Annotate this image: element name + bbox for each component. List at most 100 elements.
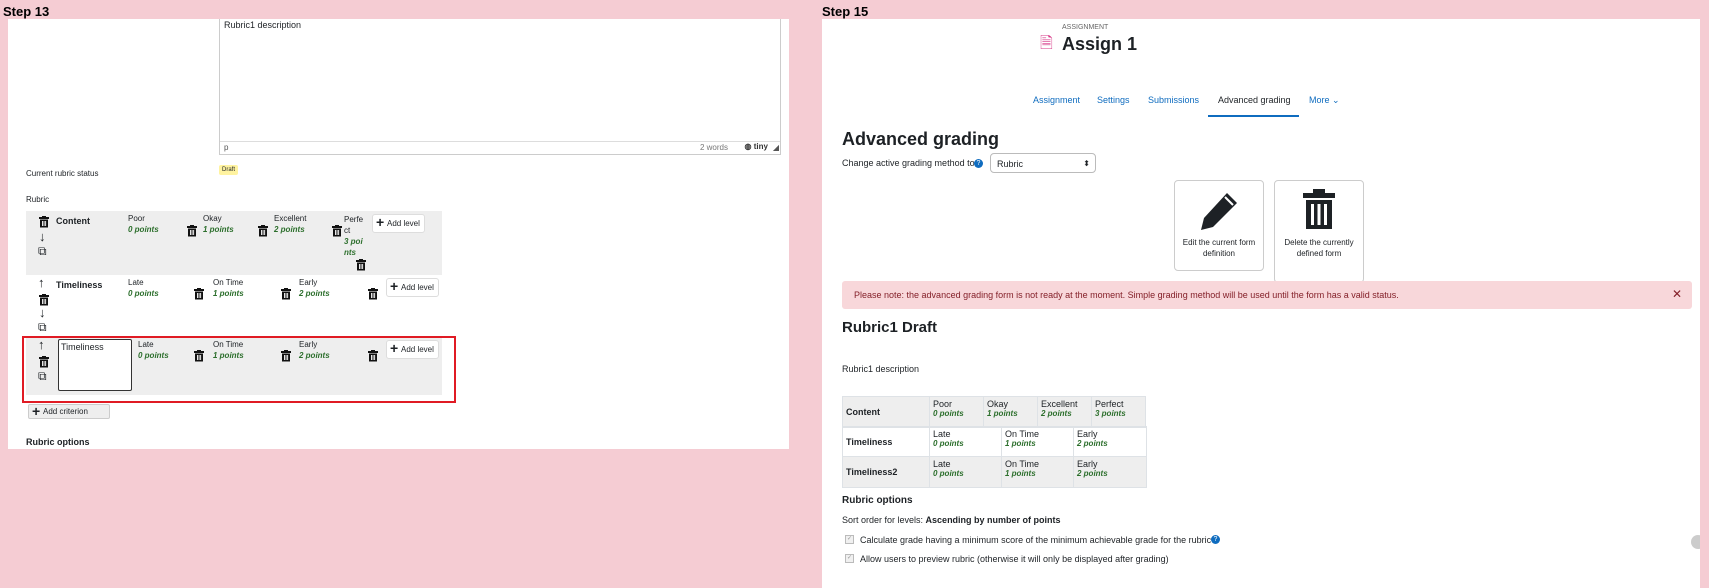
resize-handle-icon[interactable]: ◢ (773, 143, 779, 152)
level-label: Excellent (274, 214, 307, 223)
plus-icon: + (32, 403, 41, 419)
tab-advanced-grading[interactable]: Advanced grading (1218, 95, 1291, 105)
checkbox-preview-label: Allow users to preview rubric (otherwise… (860, 554, 1169, 564)
level-points: 1 points (1005, 439, 1036, 448)
table-row: Content Poor 0 points Okay 1 points Excell… (842, 396, 1146, 428)
help-icon[interactable]: ? (974, 159, 983, 168)
level-points: 1 points (1005, 469, 1036, 478)
criterion-name[interactable]: Content (56, 216, 90, 226)
tab-submissions[interactable]: Submissions (1148, 95, 1199, 105)
criterion-row: ↑ ↓ ⧉ Timeliness Late 0 points On Time 1… (26, 275, 442, 337)
level-cell: Early 2 points (1073, 456, 1147, 488)
level-points: 2 points (274, 225, 305, 234)
level-label: Poor (933, 399, 953, 409)
level-points: 1 points (987, 409, 1018, 418)
level-cell: Okay 1 points (983, 396, 1038, 428)
rubric-table-row-3: Timeliness2 Late 0 points On Time 1 points… (842, 456, 1147, 488)
scroll-handle[interactable] (1691, 535, 1700, 549)
status-badge: Draft (219, 165, 239, 175)
description-editor[interactable]: Rubric1 description p 2 words ◍ tiny ◢ (219, 19, 781, 155)
close-icon[interactable]: ✕ (1672, 287, 1682, 301)
level-points: 0 points (128, 289, 159, 298)
level-cell: On Time 1 points (1001, 456, 1074, 488)
editor-footer: p 2 words ◍ tiny ◢ (220, 141, 780, 154)
move-up-icon[interactable]: ↑ (38, 275, 45, 290)
edit-card-label: Edit the current form definition (1182, 238, 1256, 258)
delete-level-icon[interactable] (355, 258, 367, 276)
step-13-panel: Rubric1 description p 2 words ◍ tiny ◢ C… (8, 19, 789, 449)
add-level-button[interactable]: + Add level (386, 278, 439, 297)
level-label: Perfect (1095, 399, 1124, 409)
checkbox-min-score-label: Calculate grade having a minimum score o… (860, 535, 1212, 545)
highlight-box (22, 336, 456, 403)
criterion-row: ↓ ⧉ Content Poor 0 points Okay 1 points … (26, 211, 442, 275)
add-criterion-button[interactable]: + Add criterion (28, 404, 110, 419)
level-label: Poor (128, 214, 145, 223)
tab-assignment[interactable]: Assignment (1033, 95, 1080, 105)
plus-icon: + (376, 214, 385, 230)
page-pretitle: ASSIGNMENT (1062, 24, 1109, 31)
checkbox-min-score[interactable]: ✓ (845, 535, 854, 544)
checkbox-preview[interactable]: ✓ (845, 554, 854, 563)
level-cell[interactable]: Early 2 points (297, 275, 357, 305)
rubric-label: Rubric (26, 195, 50, 204)
delete-level-icon[interactable] (280, 287, 292, 305)
delete-card-label: Delete the currently defined form (1284, 238, 1354, 258)
step-15-panel: 🗎 ASSIGNMENT Assign 1 Assignment Setting… (822, 19, 1700, 588)
criterion-name[interactable]: Timeliness (56, 280, 102, 290)
level-points: 1 points (213, 289, 244, 298)
level-points: 0 points (933, 469, 964, 478)
level-label: Early (1077, 459, 1098, 469)
sort-order-value: Ascending by number of points (925, 515, 1061, 525)
level-points: 0 points (933, 409, 964, 418)
level-cell: Excellent 2 points (1037, 396, 1092, 428)
method-label: Change active grading method to (842, 158, 975, 168)
delete-level-icon[interactable] (367, 287, 379, 305)
delete-level-icon[interactable] (193, 287, 205, 305)
level-points: 1 points (203, 225, 234, 234)
level-cell: Perfect 3 points (1091, 396, 1146, 428)
pencil-icon (1197, 189, 1241, 238)
section-heading: Advanced grading (842, 129, 1000, 149)
level-label: Late (933, 429, 951, 439)
level-label: Late (933, 459, 951, 469)
delete-form-card[interactable]: Delete the currently defined form (1274, 180, 1364, 283)
tab-more[interactable]: More ⌄ (1309, 95, 1340, 106)
edit-form-card[interactable]: Edit the current form definition (1174, 180, 1264, 271)
level-label: Okay (987, 399, 1009, 409)
assignment-icon: 🗎 (1040, 35, 1053, 52)
sort-order-text: Sort order for levels: Ascending by numb… (842, 515, 1061, 525)
level-points: 0 points (933, 439, 964, 448)
move-down-icon[interactable]: ↓ (39, 229, 46, 244)
editor-path: p (224, 143, 229, 152)
duplicate-icon[interactable]: ⧉ (38, 320, 47, 335)
active-tab-indicator (1208, 115, 1299, 117)
chevron-down-icon: ⌄ (1332, 95, 1340, 105)
tab-settings[interactable]: Settings (1097, 95, 1130, 105)
help-icon[interactable]: ? (1211, 535, 1220, 544)
duplicate-icon[interactable]: ⧉ (38, 244, 47, 259)
page-title: Assign 1 (1062, 34, 1138, 54)
level-label: Early (1077, 429, 1098, 439)
table-row: Timeliness2 Late 0 points On Time 1 points… (842, 456, 1147, 488)
level-cell: On Time 1 points (1001, 426, 1074, 458)
step-13-title: Step 13 (3, 4, 50, 19)
level-label: On Time (213, 278, 244, 287)
delete-level-icon[interactable] (331, 224, 343, 242)
move-down-icon[interactable]: ↓ (39, 305, 46, 320)
rubric-table-row-2: Timeliness Late 0 points On Time 1 points … (842, 426, 1147, 458)
level-cell[interactable]: On Time 1 points (211, 275, 281, 305)
rubric-description: Rubric1 description (842, 364, 920, 374)
rubric-status-label: Current rubric status (26, 169, 99, 178)
add-level-button[interactable]: + Add level (372, 214, 425, 233)
level-cell: Poor 0 points (929, 396, 984, 428)
table-row: Timeliness Late 0 points On Time 1 points … (842, 426, 1147, 458)
tiny-logo: ◍ tiny (744, 142, 768, 151)
grading-method-select[interactable]: Rubric ⬍ (990, 153, 1096, 173)
criterion-name: Timeliness2 (842, 456, 930, 488)
delete-level-icon[interactable] (257, 224, 269, 242)
sort-order-label: Sort order for levels: (842, 515, 924, 525)
rubric-options-heading: Rubric options (842, 495, 913, 506)
delete-level-icon[interactable] (186, 224, 198, 242)
rubric-title: Rubric1 Draft (842, 319, 938, 336)
